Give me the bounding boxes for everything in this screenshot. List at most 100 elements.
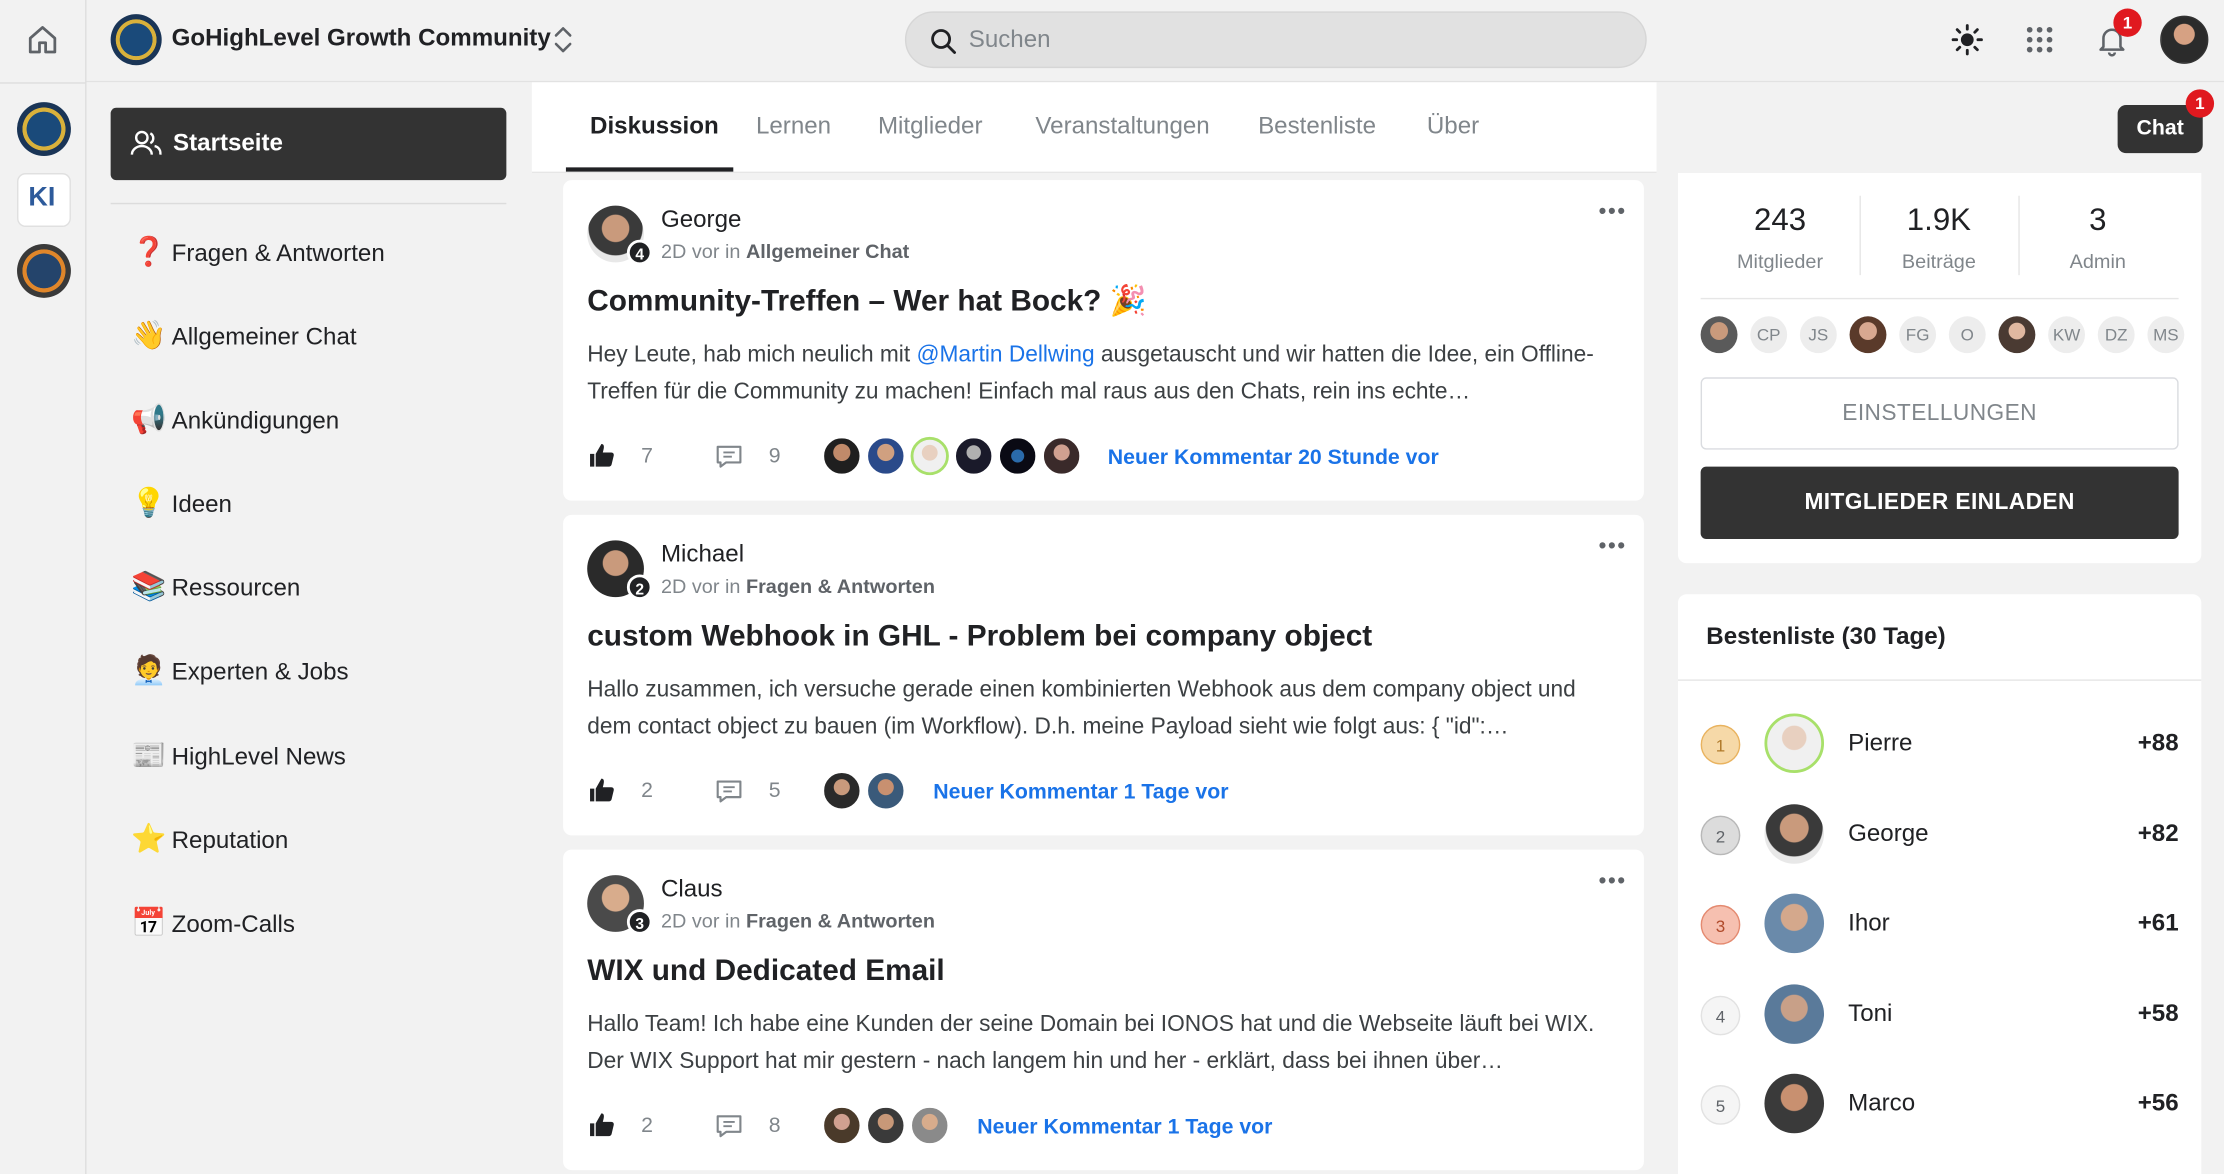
home-icon[interactable] [24, 21, 61, 58]
sidebar-item-chat[interactable]: 👋 Allgemeiner Chat [129, 316, 498, 356]
tab-diskussion[interactable]: Diskussion [590, 112, 719, 140]
leaderboard-row[interactable]: 1 Pierre +88 [1678, 713, 2201, 775]
tab-ueber[interactable]: Über [1427, 112, 1479, 140]
post-category[interactable]: Fragen & Antworten [746, 574, 935, 597]
settings-button[interactable]: EINSTELLUNGEN [1700, 377, 2179, 450]
community-logo[interactable] [110, 14, 162, 66]
member-avatar[interactable]: O [1948, 316, 1986, 354]
member-avatar[interactable]: JS [1799, 316, 1837, 354]
tab-mitglieder[interactable]: Mitglieder [878, 112, 983, 140]
post-title[interactable]: Community-Treffen – Wer hat Bock? 🎉 [587, 285, 1147, 319]
commenter-avatar[interactable] [822, 436, 861, 476]
tab-bestenliste[interactable]: Bestenliste [1258, 112, 1376, 140]
post-card[interactable]: 3 Claus 2D vor in Fragen & Antworten •••… [563, 849, 1644, 1171]
search-input[interactable] [968, 12, 1622, 67]
sidebar-item-news[interactable]: 📰 HighLevel News [129, 736, 498, 776]
new-comment-link[interactable]: Neuer Kommentar 20 Stunde vor [1108, 445, 1439, 469]
leader-avatar[interactable] [1764, 1073, 1825, 1134]
commenter-avatar[interactable] [910, 436, 949, 476]
sidebar-item-ideen[interactable]: 💡 Ideen [129, 484, 498, 524]
post-title[interactable]: custom Webhook in GHL - Problem bei comp… [587, 620, 1372, 654]
post-title[interactable]: WIX und Dedicated Email [587, 955, 944, 989]
sidebar-item-ressourcen[interactable]: 📚 Ressourcen [129, 567, 498, 607]
leaderboard-row[interactable]: 2 George +82 [1678, 804, 2201, 866]
sun-icon[interactable] [1950, 23, 1984, 57]
tab-veranstaltungen[interactable]: Veranstaltungen [1035, 112, 1209, 140]
member-avatar[interactable]: CP [1750, 316, 1788, 354]
new-comment-link[interactable]: Neuer Kommentar 1 Tage vor [977, 1115, 1272, 1139]
stat-members[interactable]: 243 Mitglieder [1701, 201, 1860, 272]
leader-avatar[interactable] [1764, 804, 1825, 864]
invite-members-button[interactable]: MITGLIEDER EINLADEN [1700, 466, 2179, 539]
commenter-avatar[interactable] [998, 436, 1037, 476]
post-card[interactable]: 4 George 2D vor in Allgemeiner Chat ••• … [563, 180, 1644, 501]
stat-admins[interactable]: 3 Admin [2018, 201, 2177, 272]
community-logo-growth[interactable] [17, 243, 71, 298]
comment-icon[interactable] [715, 444, 743, 470]
apps-grid-icon[interactable] [2023, 23, 2057, 57]
community-logo-ghl[interactable] [17, 102, 71, 157]
leaderboard-row[interactable]: 5 Marco +56 [1678, 1073, 2201, 1136]
post-body[interactable]: Hallo zusammen, ich versuche gerade eine… [587, 672, 1608, 746]
post-category[interactable]: Allgemeiner Chat [746, 240, 909, 263]
commenter-avatar[interactable] [822, 1106, 861, 1145]
post-body[interactable]: Hallo Team! Ich habe eine Kunden der sei… [587, 1007, 1608, 1081]
calendar-icon: 📅 [131, 907, 167, 939]
community-name[interactable]: GoHighLevel Growth Community [172, 24, 551, 52]
sidebar-item-fragen[interactable]: ❓ Fragen & Antworten [129, 233, 498, 273]
leader-name[interactable]: George [1848, 820, 1928, 848]
commenter-avatar[interactable] [954, 436, 993, 476]
community-logo-ki[interactable]: KI [17, 173, 71, 227]
user-avatar[interactable] [2160, 15, 2209, 64]
commenter-avatar[interactable] [866, 771, 905, 810]
post-body-text: Hey Leute, hab mich neulich mit [587, 343, 917, 368]
sidebar-item-startseite[interactable]: Startseite [110, 107, 507, 181]
member-avatar[interactable]: MS [2147, 316, 2185, 354]
commenter-avatar[interactable] [1042, 436, 1081, 476]
member-avatar[interactable] [1849, 316, 1887, 354]
sidebar-item-experten[interactable]: 🧑‍💼 Experten & Jobs [129, 651, 498, 691]
post-category[interactable]: Fragen & Antworten [746, 909, 935, 932]
search-bar[interactable] [904, 11, 1647, 69]
more-options-icon[interactable]: ••• [1599, 200, 1627, 226]
more-options-icon[interactable]: ••• [1599, 535, 1627, 561]
member-avatar[interactable]: FG [1899, 316, 1937, 354]
member-avatar[interactable]: KW [2048, 316, 2086, 354]
sidebar-item-zoom[interactable]: 📅 Zoom-Calls [129, 904, 498, 944]
tab-lernen[interactable]: Lernen [756, 112, 831, 140]
leader-avatar[interactable] [1764, 893, 1825, 954]
post-author[interactable]: George [661, 206, 741, 234]
more-options-icon[interactable]: ••• [1599, 869, 1627, 895]
leader-name[interactable]: Toni [1848, 1000, 1892, 1028]
chevron-up-down-icon[interactable] [547, 23, 578, 57]
thumbs-up-icon[interactable] [587, 776, 615, 804]
post-meta: 2D vor in Fragen & Antworten [661, 909, 935, 932]
member-avatar[interactable] [1700, 316, 1738, 354]
post-body[interactable]: Hey Leute, hab mich neulich mit @Martin … [587, 338, 1608, 412]
new-comment-link[interactable]: Neuer Kommentar 1 Tage vor [933, 780, 1228, 804]
leader-avatar[interactable] [1764, 984, 1825, 1044]
mention-link[interactable]: @Martin Dellwing [916, 343, 1094, 367]
commenter-avatar[interactable] [822, 771, 861, 810]
leaderboard-row[interactable]: 4 Toni +58 [1678, 984, 2201, 1046]
leader-name[interactable]: Ihor [1848, 909, 1890, 937]
comment-icon[interactable] [715, 1113, 743, 1139]
member-avatar[interactable]: DZ [2097, 316, 2135, 354]
post-author[interactable]: Michael [661, 540, 744, 568]
thumbs-up-icon[interactable] [587, 441, 615, 469]
sidebar-item-reputation[interactable]: ⭐ Reputation [129, 820, 498, 860]
commenter-avatar[interactable] [866, 436, 905, 476]
leaderboard-row[interactable]: 3 Ihor +61 [1678, 893, 2201, 956]
leader-avatar[interactable] [1764, 713, 1825, 774]
comment-icon[interactable] [715, 779, 743, 805]
leader-name[interactable]: Pierre [1848, 729, 1912, 757]
commenter-avatar[interactable] [910, 1106, 949, 1145]
leader-name[interactable]: Marco [1848, 1089, 1915, 1117]
member-avatar[interactable] [1998, 316, 2036, 354]
post-author[interactable]: Claus [661, 875, 723, 903]
commenter-avatar[interactable] [866, 1106, 905, 1145]
thumbs-up-icon[interactable] [587, 1111, 615, 1139]
stat-posts[interactable]: 1.9K Beiträge [1859, 201, 2018, 272]
sidebar-item-ankuendigungen[interactable]: 📢 Ankündigungen [129, 400, 498, 440]
post-card[interactable]: 2 Michael 2D vor in Fragen & Antworten •… [563, 514, 1644, 836]
